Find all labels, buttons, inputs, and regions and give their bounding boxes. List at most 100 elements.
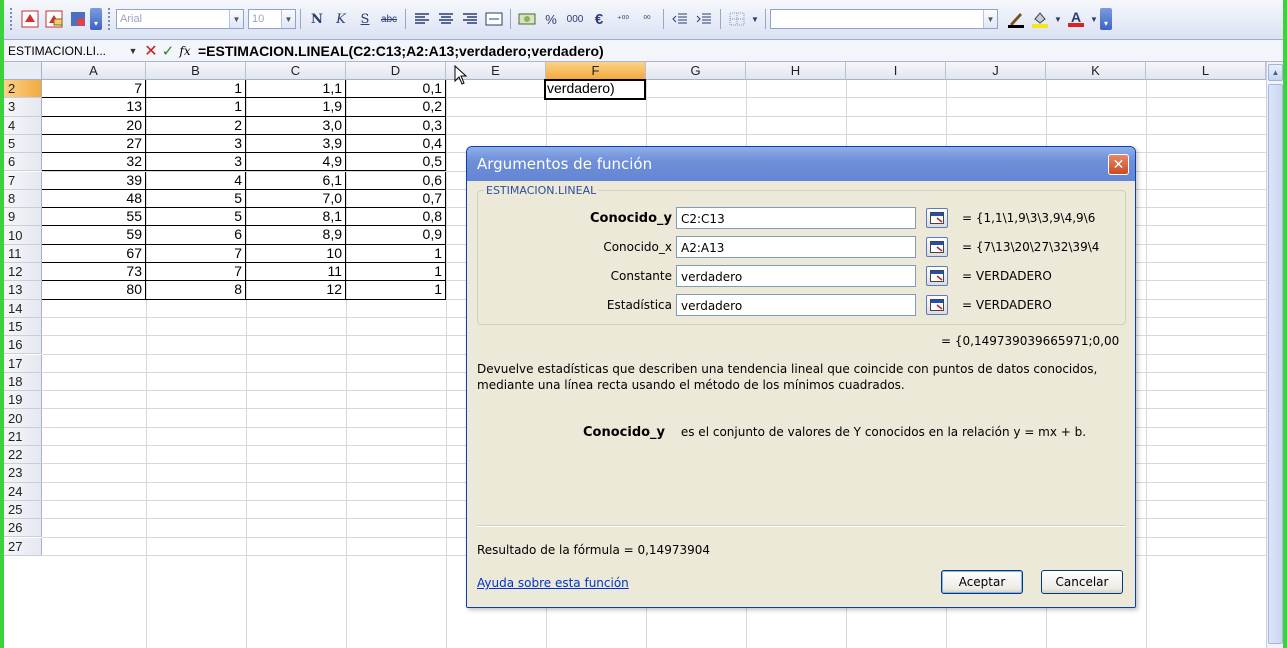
- table-cell[interactable]: 0,1: [346, 80, 446, 99]
- chevron-down-icon[interactable]: ▼: [1089, 8, 1099, 30]
- row-header-23[interactable]: 23: [4, 464, 42, 483]
- table-cell[interactable]: 7: [146, 244, 246, 263]
- thousands-separator-button[interactable]: 000: [564, 8, 586, 30]
- table-cell[interactable]: 6: [146, 226, 246, 245]
- pdf-icon[interactable]: [19, 8, 41, 30]
- table-cell[interactable]: 0,4: [346, 134, 446, 154]
- table-cell[interactable]: 0,3: [346, 116, 446, 135]
- collapse-dialog-icon[interactable]: [926, 266, 948, 286]
- row-header-8[interactable]: 8: [4, 189, 42, 209]
- merge-center-icon[interactable]: [483, 8, 505, 30]
- collapse-dialog-icon[interactable]: [926, 295, 948, 315]
- align-right-icon[interactable]: [459, 8, 481, 30]
- estadistica-input[interactable]: verdadero: [676, 294, 916, 316]
- row-header-20[interactable]: 20: [4, 409, 42, 428]
- table-cell[interactable]: 8,1: [246, 208, 346, 227]
- table-cell[interactable]: 8,9: [246, 226, 346, 245]
- chevron-down-icon[interactable]: ▼: [983, 10, 997, 28]
- enter-check-icon[interactable]: ✓: [160, 42, 176, 60]
- table-cell[interactable]: 1: [346, 263, 446, 282]
- table-cell[interactable]: 0,5: [346, 153, 446, 172]
- chevron-down-icon[interactable]: ▼: [281, 10, 295, 28]
- conocido-x-input[interactable]: A2:A13: [676, 236, 916, 258]
- column-header-c[interactable]: C: [246, 62, 346, 80]
- row-header-17[interactable]: 17: [4, 354, 42, 373]
- row-header-5[interactable]: 5: [4, 134, 42, 154]
- row-header-24[interactable]: 24: [4, 482, 42, 501]
- table-cell[interactable]: 1: [346, 244, 446, 263]
- fill-color-icon[interactable]: [1029, 8, 1051, 30]
- chevron-down-icon[interactable]: ▼: [124, 46, 142, 56]
- column-header-g[interactable]: G: [646, 62, 746, 80]
- close-button[interactable]: ✕: [1108, 154, 1129, 175]
- table-cell[interactable]: 3: [146, 134, 246, 154]
- table-cell[interactable]: 3,0: [246, 116, 346, 135]
- font-name-combo[interactable]: Arial ▼: [116, 9, 244, 29]
- increase-indent-icon[interactable]: [693, 8, 715, 30]
- table-cell[interactable]: 55: [42, 208, 146, 227]
- draw-border-icon[interactable]: [1005, 8, 1027, 30]
- currency-format-icon[interactable]: [516, 8, 538, 30]
- table-cell[interactable]: 5: [146, 189, 246, 209]
- column-header-l[interactable]: L: [1146, 62, 1266, 80]
- bold-button[interactable]: N: [306, 8, 328, 30]
- strikethrough-icon[interactable]: abc: [378, 8, 400, 30]
- table-cell[interactable]: 11: [246, 263, 346, 282]
- conocido-y-input[interactable]: C2:C13: [676, 207, 916, 229]
- chevron-down-icon[interactable]: ▼: [229, 10, 243, 28]
- scroll-up-icon[interactable]: ▲: [1268, 64, 1283, 81]
- style-combo[interactable]: ▼: [770, 9, 998, 29]
- table-cell[interactable]: 0,9: [346, 226, 446, 245]
- help-link[interactable]: Ayuda sobre esta función: [477, 576, 629, 590]
- table-cell[interactable]: 39: [42, 171, 146, 190]
- table-cell[interactable]: 8: [146, 281, 246, 300]
- percent-button[interactable]: %: [540, 8, 562, 30]
- row-header-3[interactable]: 3: [4, 98, 42, 117]
- toolbar-grip-2[interactable]: [108, 8, 112, 30]
- table-cell[interactable]: 0,8: [346, 208, 446, 227]
- toolbar-options-chevron[interactable]: ▾: [90, 8, 102, 30]
- table-cell[interactable]: 1: [146, 80, 246, 99]
- cancel-icon[interactable]: ✕: [142, 41, 160, 61]
- pdf-email-icon[interactable]: [43, 8, 65, 30]
- vertical-scrollbar[interactable]: ▲: [1266, 62, 1283, 648]
- row-header-16[interactable]: 16: [4, 336, 42, 355]
- row-header-7[interactable]: 7: [4, 171, 42, 190]
- constante-input[interactable]: verdadero: [676, 265, 916, 287]
- table-cell[interactable]: 59: [42, 226, 146, 245]
- row-header-18[interactable]: 18: [4, 372, 42, 392]
- row-header-11[interactable]: 11: [4, 244, 42, 263]
- column-header-b[interactable]: B: [146, 62, 246, 80]
- row-header-25[interactable]: 25: [4, 500, 42, 520]
- table-cell[interactable]: 32: [42, 153, 146, 172]
- row-header-13[interactable]: 13: [4, 281, 42, 300]
- column-header-k[interactable]: K: [1046, 62, 1146, 80]
- chevron-down-icon[interactable]: ▼: [1053, 8, 1063, 30]
- row-header-15[interactable]: 15: [4, 317, 42, 337]
- collapse-dialog-icon[interactable]: [926, 208, 948, 228]
- row-header-6[interactable]: 6: [4, 153, 42, 172]
- toolbar-options-chevron[interactable]: ▾: [1100, 8, 1112, 30]
- table-cell[interactable]: 2: [146, 116, 246, 135]
- align-center-icon[interactable]: [435, 8, 457, 30]
- table-cell[interactable]: 0,2: [346, 98, 446, 117]
- table-cell[interactable]: 5: [146, 208, 246, 227]
- ok-button[interactable]: Aceptar: [941, 570, 1023, 594]
- table-cell[interactable]: 1: [146, 98, 246, 117]
- table-cell[interactable]: 1: [346, 281, 446, 300]
- cancel-button[interactable]: Cancelar: [1041, 570, 1123, 594]
- table-cell[interactable]: 27: [42, 134, 146, 154]
- align-left-icon[interactable]: [411, 8, 433, 30]
- font-color-button[interactable]: A: [1065, 8, 1087, 30]
- italic-button[interactable]: K: [330, 8, 352, 30]
- table-cell[interactable]: 12: [246, 281, 346, 300]
- row-header-14[interactable]: 14: [4, 299, 42, 318]
- toolbar-grip[interactable]: [10, 8, 14, 30]
- table-cell[interactable]: 7: [146, 263, 246, 282]
- active-cell-f2[interactable]: verdadero): [544, 79, 646, 100]
- decrease-indent-icon[interactable]: [669, 8, 691, 30]
- table-cell[interactable]: 0,7: [346, 189, 446, 209]
- row-header-12[interactable]: 12: [4, 263, 42, 282]
- row-header-4[interactable]: 4: [4, 116, 42, 135]
- column-header-d[interactable]: D: [346, 62, 446, 80]
